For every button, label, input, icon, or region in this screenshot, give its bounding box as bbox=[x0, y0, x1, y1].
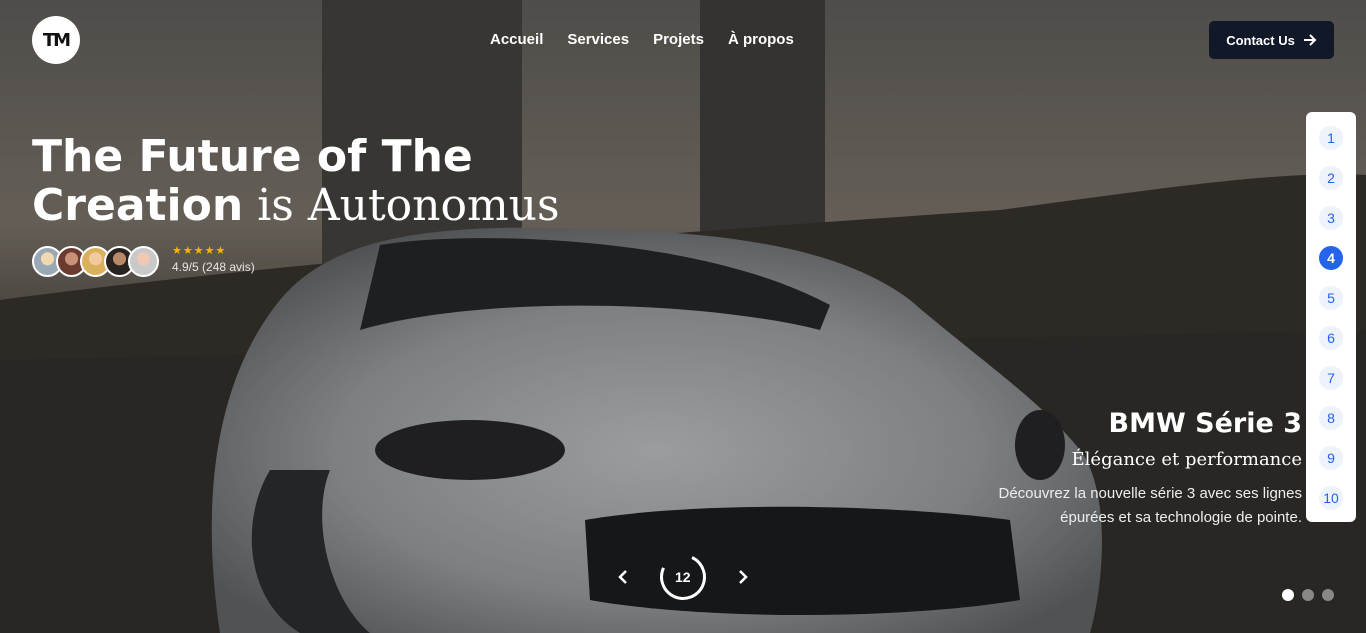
slide-timer: 12 bbox=[653, 547, 713, 607]
pager-item-1[interactable]: 1 bbox=[1319, 126, 1343, 150]
pager-item-7[interactable]: 7 bbox=[1319, 366, 1343, 390]
avatar bbox=[128, 246, 159, 277]
chevron-left-icon bbox=[618, 570, 627, 584]
slide-description: Découvrez la nouvelle série 3 avec ses l… bbox=[999, 482, 1303, 530]
slide-number-pager: 1 2 3 4 5 6 7 8 9 10 bbox=[1306, 112, 1356, 522]
nav-link-projets[interactable]: Projets bbox=[653, 31, 704, 48]
headline-line1: The Future of The bbox=[32, 131, 473, 182]
pager-item-6[interactable]: 6 bbox=[1319, 326, 1343, 350]
nav-link-services[interactable]: Services bbox=[567, 31, 629, 48]
contact-us-button[interactable]: Contact Us bbox=[1209, 21, 1334, 59]
slider-controls: 12 bbox=[610, 547, 756, 607]
pager-item-2[interactable]: 2 bbox=[1319, 166, 1343, 190]
pager-item-8[interactable]: 8 bbox=[1319, 406, 1343, 430]
reviewer-avatars bbox=[32, 246, 159, 277]
slide-title: BMW Série 3 bbox=[1108, 408, 1302, 439]
slide-caption: BMW Série 3 Élégance et performance Déco… bbox=[999, 408, 1303, 530]
slide-subtitle: Élégance et performance bbox=[1071, 449, 1302, 470]
slide-dot-3[interactable] bbox=[1322, 589, 1334, 601]
slide-dots bbox=[1282, 589, 1334, 601]
contact-us-label: Contact Us bbox=[1226, 32, 1295, 48]
chevron-right-icon bbox=[739, 570, 748, 584]
star-rating-icon: ★★★★★ bbox=[172, 245, 227, 257]
pager-item-9[interactable]: 9 bbox=[1319, 446, 1343, 470]
hero-headline: The Future of The Creation is Autonomus bbox=[32, 132, 560, 230]
headline-bold: Creation bbox=[32, 180, 244, 231]
brand-logo[interactable]: TM bbox=[32, 16, 80, 64]
slide-timer-counter: 12 bbox=[675, 569, 691, 586]
hero-overlay bbox=[0, 0, 1366, 633]
brand-logo-text: TM bbox=[42, 29, 71, 51]
rating-summary: ★★★★★ 4.9/5 (248 avis) bbox=[172, 244, 255, 274]
pager-item-4[interactable]: 4 bbox=[1319, 246, 1343, 270]
pager-item-3[interactable]: 3 bbox=[1319, 206, 1343, 230]
rating-text: 4.9/5 (248 avis) bbox=[172, 260, 255, 274]
nav-link-accueil[interactable]: Accueil bbox=[490, 31, 543, 48]
slide-dot-1[interactable] bbox=[1282, 589, 1294, 601]
headline-serif: is Autonomus bbox=[243, 180, 560, 231]
pager-item-5[interactable]: 5 bbox=[1319, 286, 1343, 310]
slide-description-line2: épurées et sa technologie de pointe. bbox=[1060, 509, 1302, 526]
slide-description-line1: Découvrez la nouvelle série 3 avec ses l… bbox=[998, 485, 1303, 502]
next-slide-button[interactable] bbox=[730, 554, 756, 600]
hero-section: TM Accueil Services Projets À propos Con… bbox=[0, 0, 1366, 633]
arrow-right-icon bbox=[1303, 34, 1317, 46]
pager-item-10[interactable]: 10 bbox=[1319, 486, 1343, 510]
slide-dot-2[interactable] bbox=[1302, 589, 1314, 601]
main-nav: Accueil Services Projets À propos bbox=[490, 31, 794, 48]
nav-link-a-propos[interactable]: À propos bbox=[728, 31, 794, 48]
prev-slide-button[interactable] bbox=[610, 554, 636, 600]
